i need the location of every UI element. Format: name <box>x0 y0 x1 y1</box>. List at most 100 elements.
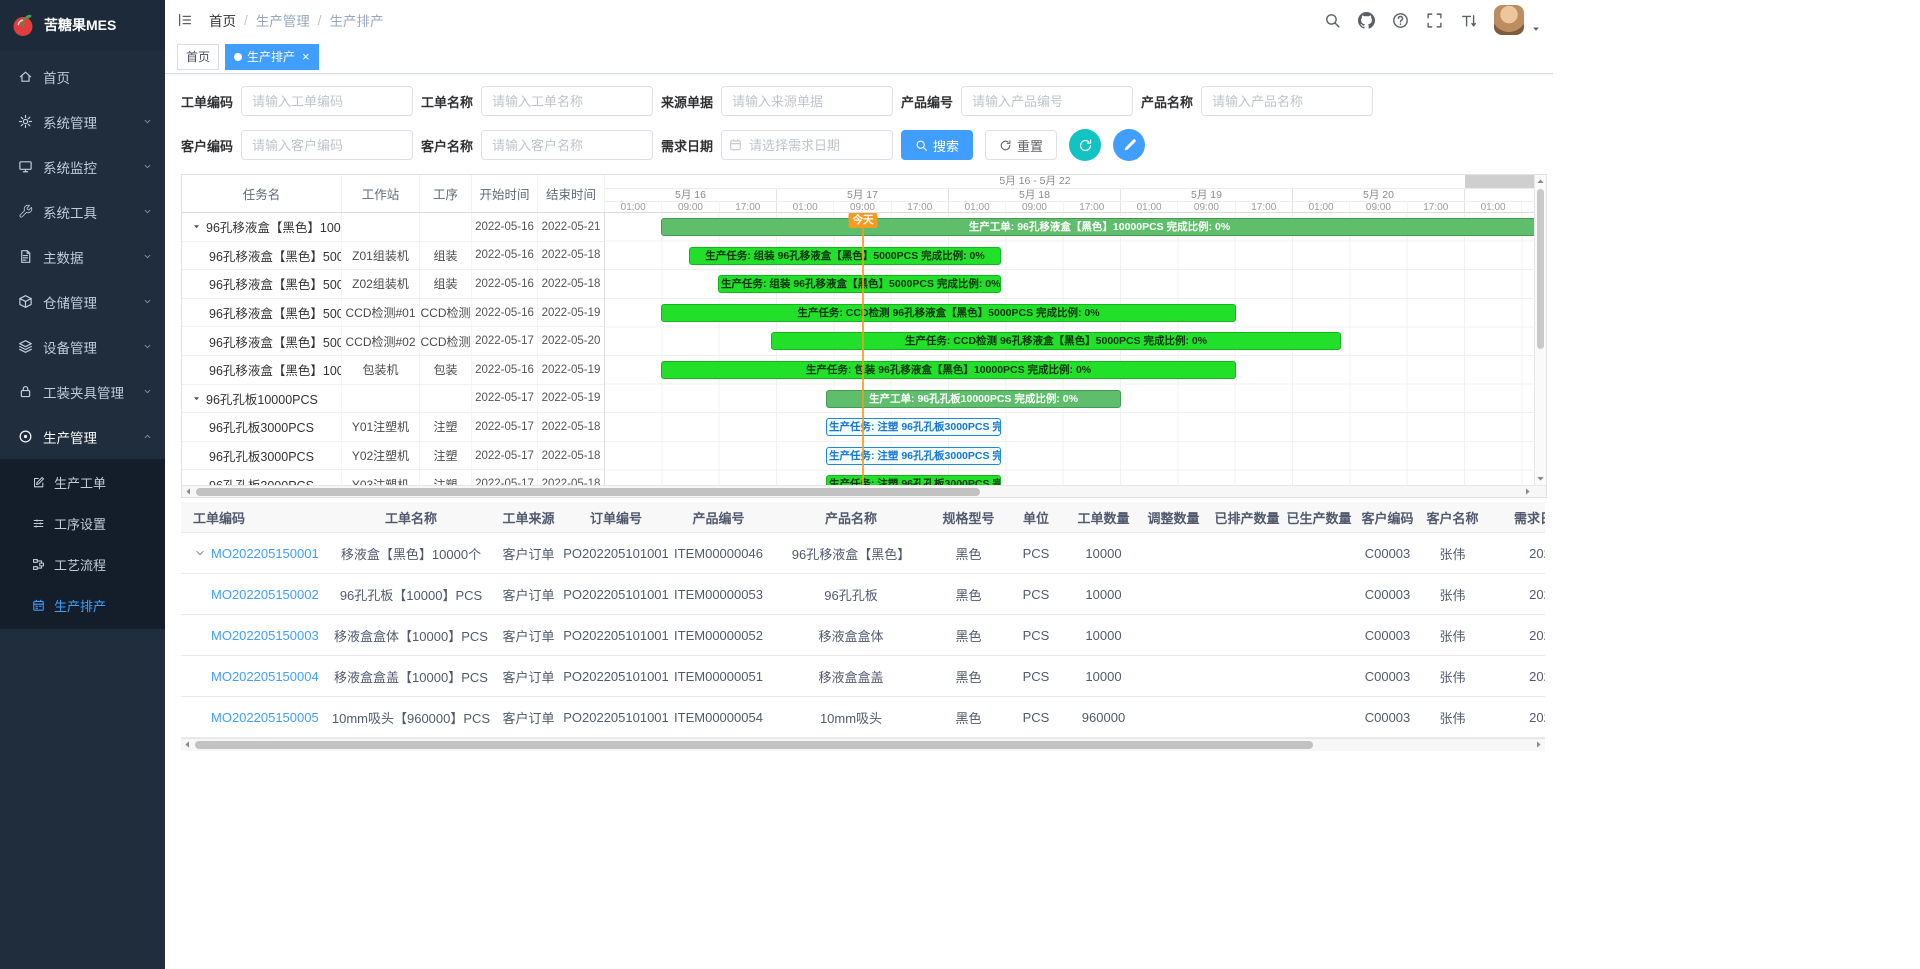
app-logo[interactable]: 苦糖果MES <box>0 0 165 50</box>
search-button[interactable]: 搜索 <box>901 130 973 160</box>
tab-label: 首页 <box>186 48 210 65</box>
gantt-tick-label: 17:00 <box>892 202 949 213</box>
tab-生产排产[interactable]: 生产排产 × <box>225 44 319 70</box>
table-row[interactable]: MO20220515000510mm吸头【960000】PCS客户订单PO202… <box>181 697 1545 738</box>
monitor-icon <box>18 159 33 174</box>
demand-date-input[interactable] <box>721 130 893 160</box>
filter-input[interactable] <box>721 86 893 116</box>
sidebar-item-system-tools[interactable]: 系统工具 <box>0 189 165 234</box>
breadcrumb-item[interactable]: 首页 <box>209 10 236 30</box>
filter-input[interactable] <box>1201 86 1373 116</box>
scrollbar-thumb[interactable] <box>195 741 1313 749</box>
gantt-task-cell: 96孔移液盒【黑色】5000PCS <box>182 327 342 355</box>
sidebar-item-production[interactable]: 生产管理 <box>0 414 165 459</box>
help-icon[interactable] <box>1392 12 1409 29</box>
sidebar-item-home[interactable]: 首页 <box>0 54 165 99</box>
orders-horizontal-scrollbar[interactable] <box>181 738 1545 751</box>
gantt-tick-label: 01:00 <box>605 202 662 213</box>
gantt-end-cell: 2022-05-18 <box>538 470 605 485</box>
gantt-grid-row[interactable]: 96孔移液盒【黑色】5000PCSCCD检测#01CCD检测2022-05-16… <box>182 299 604 328</box>
github-icon[interactable] <box>1358 12 1375 29</box>
refresh-circle-button[interactable] <box>1069 129 1101 161</box>
gantt-station-cell: Y01注塑机 <box>342 413 420 441</box>
filter-input[interactable] <box>481 130 653 160</box>
gantt-grid-row[interactable]: 96孔孔板10000PCS2022-05-172022-05-19 <box>182 385 604 414</box>
edit-circle-button[interactable] <box>1113 129 1145 161</box>
sidebar-toggle-icon[interactable] <box>177 12 193 28</box>
tab-label: 生产排产 <box>247 48 295 65</box>
scroll-up-icon[interactable] <box>1535 176 1546 187</box>
gantt-bar[interactable]: 生产任务: 注塑 96孔孔板3000PCS 完成比例: 0% <box>826 447 1001 465</box>
orders-cell: MO202205150002 <box>181 587 326 602</box>
filter-input[interactable] <box>241 130 413 160</box>
sidebar-item-system-admin[interactable]: 系统管理 <box>0 99 165 144</box>
sidebar-item-process-setting[interactable]: 工序设置 <box>0 503 165 544</box>
scroll-left-icon[interactable] <box>183 486 194 497</box>
gantt-grid-row[interactable]: 96孔移液盒【黑色】5000PCSZ02组装机组装2022-05-162022-… <box>182 270 604 299</box>
orders-column-header: 工单编码 <box>181 508 326 527</box>
scroll-down-icon[interactable] <box>1535 473 1546 484</box>
search-icon[interactable] <box>1324 12 1341 29</box>
filter-input[interactable] <box>241 86 413 116</box>
sidebar-item-equipment[interactable]: 设备管理 <box>0 324 165 369</box>
table-row[interactable]: MO202205150001移液盒【黑色】10000个客户订单PO2022051… <box>181 533 1545 574</box>
orders-cell: 96孔移液盒【黑色】 <box>766 544 936 563</box>
sidebar-item-work-order[interactable]: 生产工单 <box>0 462 165 503</box>
work-order-link[interactable]: MO202205150004 <box>211 669 319 684</box>
filter-input[interactable] <box>961 86 1133 116</box>
gantt-bar[interactable]: 生产任务: 包装 96孔移液盒【黑色】10000PCS 完成比例: 0% <box>661 361 1236 379</box>
gantt-bar[interactable]: 生产任务: 组装 96孔移液盒【黑色】5000PCS 完成比例: 0% <box>718 275 1001 293</box>
gantt-grid-row[interactable]: 96孔孔板3000PCSY02注塑机注塑2022-05-172022-05-18 <box>182 442 604 471</box>
scrollbar-thumb[interactable] <box>1537 189 1544 349</box>
gantt-grid-row[interactable]: 96孔孔板3000PCSY03注塑机注塑2022-05-172022-05-18 <box>182 470 604 485</box>
gantt-grid-row[interactable]: 96孔移液盒【黑色】5000PCSZ01组装机组装2022-05-162022-… <box>182 242 604 271</box>
close-tab-icon[interactable]: × <box>302 50 310 63</box>
breadcrumb-item[interactable]: 生产管理 <box>256 10 310 30</box>
fullscreen-icon[interactable] <box>1426 12 1443 29</box>
scroll-right-icon[interactable] <box>1533 739 1544 750</box>
gantt-bar[interactable]: 生产任务: 组装 96孔移液盒【黑色】5000PCS 完成比例: 0% <box>689 247 1001 265</box>
reset-button[interactable]: 重置 <box>985 130 1057 160</box>
work-order-link[interactable]: MO202205150001 <box>211 546 319 561</box>
gantt-bar[interactable]: 生产任务: CCD检测 96孔移液盒【黑色】5000PCS 完成比例: 0% <box>661 304 1236 322</box>
gantt-bar[interactable]: 生产任务: 注塑 96孔孔板3000PCS 完成比例: 0% <box>826 475 1001 485</box>
scroll-left-icon[interactable] <box>182 739 193 750</box>
sidebar-item-master-data[interactable]: 主数据 <box>0 234 165 279</box>
gantt-grid-row[interactable]: 96孔移液盒【黑色】10000PCS包装机包装2022-05-162022-05… <box>182 356 604 385</box>
sidebar-item-process-flow[interactable]: 工艺流程 <box>0 544 165 585</box>
tab-首页[interactable]: 首页 <box>177 44 219 70</box>
orders-cell: 张伟 <box>1420 585 1485 604</box>
user-avatar[interactable] <box>1494 5 1524 35</box>
gantt-vertical-scrollbar[interactable] <box>1534 175 1546 485</box>
gantt-horizontal-scrollbar[interactable] <box>182 485 1534 497</box>
sidebar-item-warehouse[interactable]: 仓储管理 <box>0 279 165 324</box>
gantt-bar[interactable]: 生产任务: CCD检测 96孔移液盒【黑色】5000PCS 完成比例: 0% <box>771 332 1341 350</box>
gantt-tick-label: 17:00 <box>1408 202 1465 213</box>
gantt-day-label <box>1465 189 1534 201</box>
gantt-bar[interactable]: 生产工单: 96孔孔板10000PCS 完成比例: 0% <box>826 390 1121 408</box>
sidebar-item-system-monitor[interactable]: 系统监控 <box>0 144 165 189</box>
work-order-link[interactable]: MO202205150002 <box>211 587 319 602</box>
avatar-dropdown-icon[interactable] <box>1531 24 1541 34</box>
work-order-link[interactable]: MO202205150005 <box>211 710 319 725</box>
sidebar-item-tooling[interactable]: 工装夹具管理 <box>0 369 165 414</box>
refresh-icon <box>999 139 1012 152</box>
gantt-tick-label: 01:00 <box>1465 202 1522 213</box>
scrollbar-thumb[interactable] <box>196 488 980 496</box>
orders-cell: 客户订单 <box>496 585 561 604</box>
scroll-right-icon[interactable] <box>1522 486 1533 497</box>
gantt-start-cell: 2022-05-17 <box>472 385 538 413</box>
table-row[interactable]: MO202205150004移液盒盒盖【10000】PCS客户订单PO20220… <box>181 656 1545 697</box>
gantt-grid-row[interactable]: 96孔孔板3000PCSY01注塑机注塑2022-05-172022-05-18 <box>182 413 604 442</box>
gantt-grid-row[interactable]: 96孔移液盒【黑色】10000PCS2022-05-162022-05-21 <box>182 213 604 242</box>
work-order-link[interactable]: MO202205150003 <box>211 628 319 643</box>
gantt-bar[interactable]: 生产任务: 注塑 96孔孔板3000PCS 完成比例: 0% <box>826 418 1001 436</box>
orders-cell: 10mm吸头 <box>766 708 936 727</box>
table-row[interactable]: MO20220515000296孔孔板【10000】PCS客户订单PO20220… <box>181 574 1545 615</box>
gantt-bar[interactable]: 生产工单: 96孔移液盒【黑色】10000PCS 完成比例: 0% <box>661 218 1534 236</box>
font-size-icon[interactable] <box>1460 12 1477 29</box>
sidebar-item-scheduling[interactable]: 生产排产 <box>0 585 165 626</box>
filter-input[interactable] <box>481 86 653 116</box>
gantt-grid-row[interactable]: 96孔移液盒【黑色】5000PCSCCD检测#02CCD检测2022-05-17… <box>182 327 604 356</box>
table-row[interactable]: MO202205150003移液盒盒体【10000】PCS客户订单PO20220… <box>181 615 1545 656</box>
